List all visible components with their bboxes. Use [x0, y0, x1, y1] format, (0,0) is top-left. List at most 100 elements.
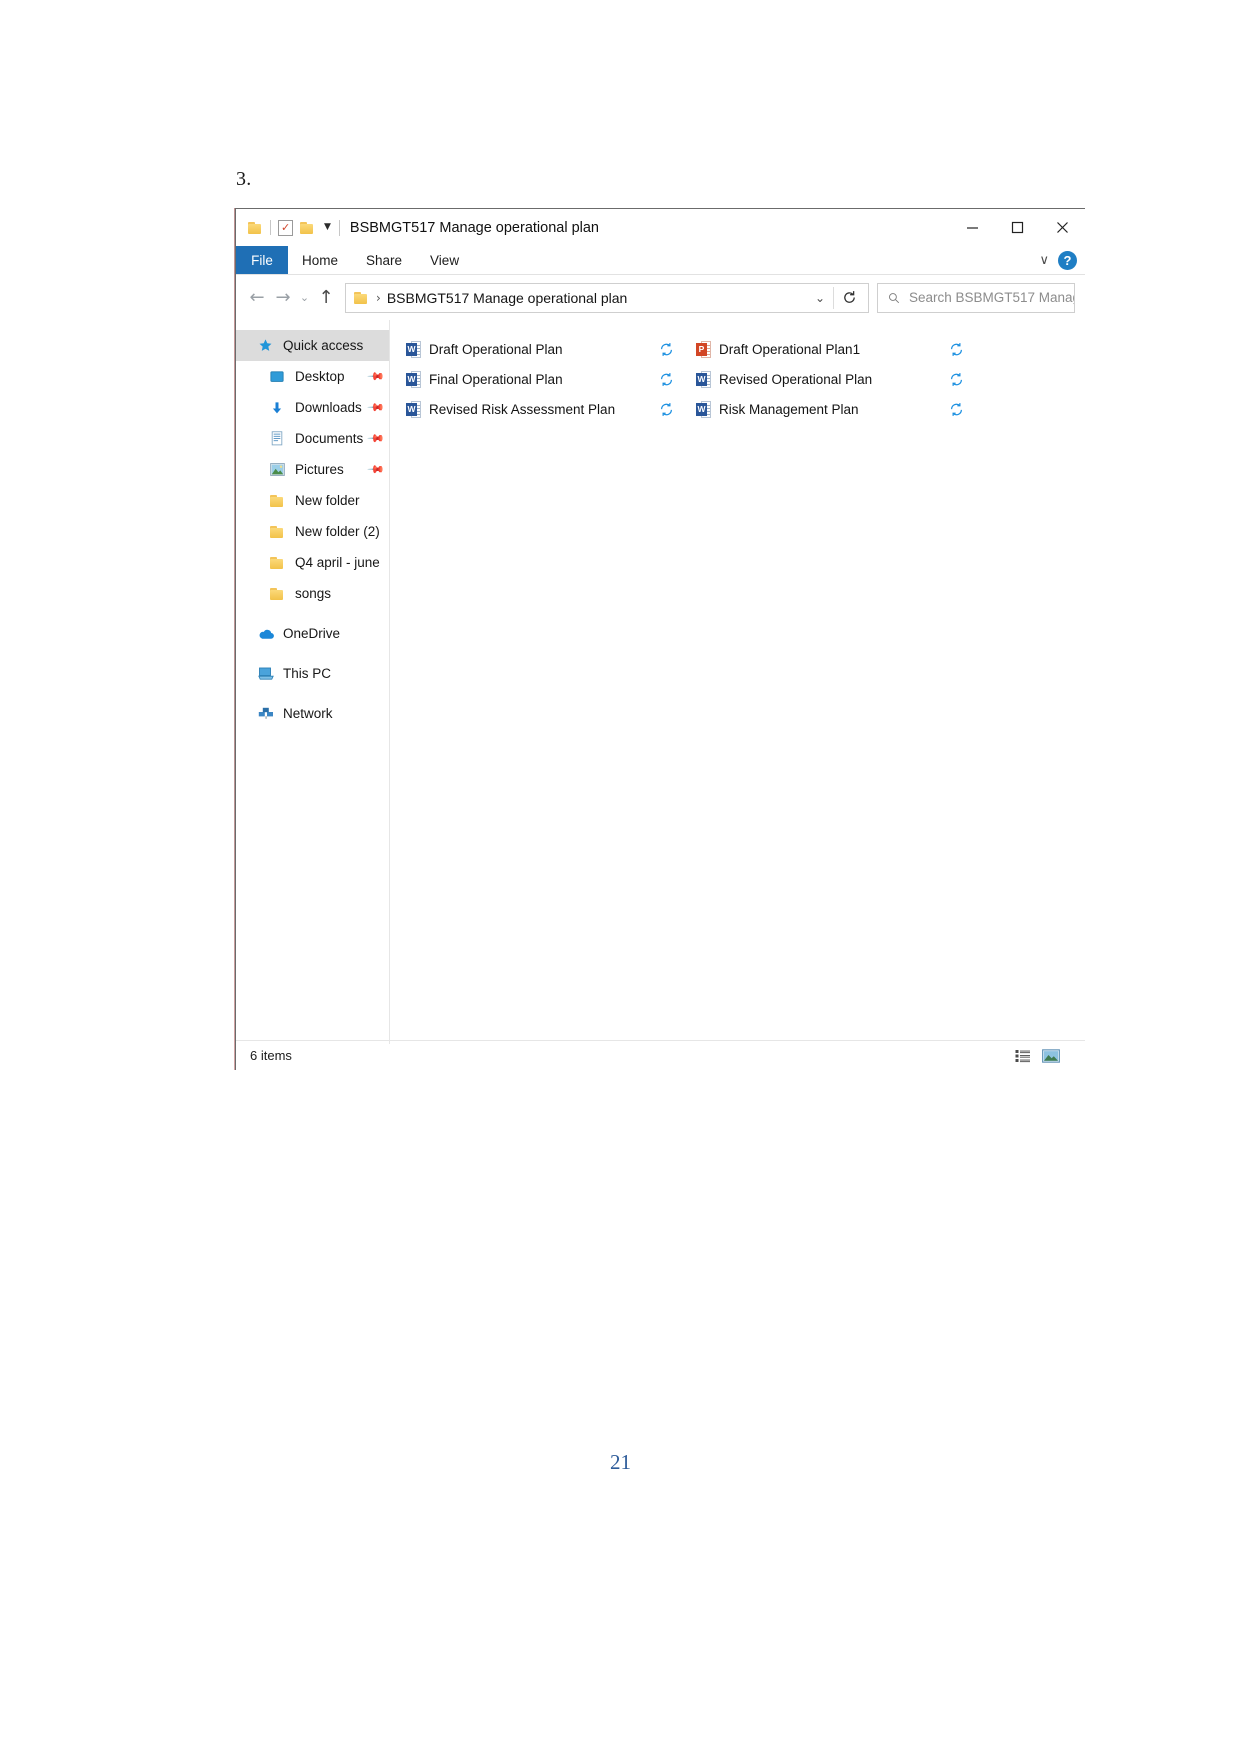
- sidebar-item-desktop[interactable]: Desktop 📌: [236, 361, 389, 392]
- properties-icon[interactable]: ✓: [278, 219, 293, 236]
- refresh-icon[interactable]: [834, 284, 864, 312]
- sync-pending-icon: [944, 372, 968, 387]
- minimize-button[interactable]: [950, 209, 995, 246]
- address-dropdown-icon[interactable]: ⌄: [807, 284, 833, 312]
- tab-view[interactable]: View: [416, 246, 473, 274]
- ribbon-right-controls: ∨ ?: [1039, 246, 1077, 274]
- file-grid: W Draft Operational Plan P Draft Operati…: [390, 334, 1085, 424]
- ribbon-tab-bar: File Home Share View ∨ ?: [236, 246, 1085, 275]
- desktop-icon: [270, 370, 287, 384]
- tab-home[interactable]: Home: [288, 246, 352, 274]
- sidebar-item-downloads[interactable]: Downloads 📌: [236, 392, 389, 423]
- recent-locations-button[interactable]: ⌄: [296, 283, 313, 313]
- back-button[interactable]: ←: [244, 283, 270, 313]
- title-bar: ✓ ▼ BSBMGT517 Manage operational plan: [236, 209, 1085, 246]
- file-name: Revised Operational Plan: [719, 371, 873, 387]
- tab-share[interactable]: Share: [352, 246, 416, 274]
- sidebar-item-label: Q4 april - june: [295, 555, 380, 570]
- close-button[interactable]: [1040, 209, 1085, 246]
- file-name: Draft Operational Plan: [429, 341, 563, 357]
- sync-pending-icon: [944, 342, 968, 357]
- folder-icon: [354, 291, 369, 304]
- pin-icon[interactable]: 📌: [367, 460, 386, 479]
- pictures-icon: [270, 463, 287, 476]
- word-document-icon: W: [406, 370, 421, 388]
- pin-icon[interactable]: 📌: [367, 367, 386, 386]
- sidebar-item-network[interactable]: Network: [236, 698, 389, 729]
- sidebar-item-label: OneDrive: [283, 626, 341, 641]
- file-item[interactable]: W Revised Operational Plan: [696, 364, 986, 394]
- file-item[interactable]: W Revised Risk Assessment Plan: [406, 394, 696, 424]
- question-number: 3.: [236, 168, 252, 190]
- folder-icon: [270, 494, 287, 507]
- word-document-icon: W: [696, 400, 711, 418]
- file-item[interactable]: W Risk Management Plan: [696, 394, 986, 424]
- sidebar-item-q4-april-june[interactable]: Q4 april - june: [236, 547, 389, 578]
- sidebar-item-this-pc[interactable]: This PC: [236, 658, 389, 689]
- pin-icon[interactable]: 📌: [367, 398, 386, 417]
- folder-icon[interactable]: [248, 221, 263, 234]
- pin-icon[interactable]: 📌: [367, 429, 386, 448]
- search-input[interactable]: Search BSBMGT517 Manage ...: [909, 290, 1074, 305]
- documents-icon: [270, 431, 287, 446]
- word-document-icon: W: [406, 340, 421, 358]
- file-list-pane[interactable]: W Draft Operational Plan P Draft Operati…: [390, 320, 1085, 1044]
- breadcrumb-separator: ›: [376, 290, 381, 305]
- folder-icon: [270, 587, 287, 600]
- toolbar-separator: [270, 220, 271, 235]
- expand-ribbon-chevron-icon[interactable]: ∨: [1039, 254, 1049, 267]
- explorer-body: Quick access Desktop 📌 Downloads 📌 Docum…: [236, 320, 1085, 1044]
- item-count: 6 items: [250, 1048, 292, 1063]
- file-name: Risk Management Plan: [719, 401, 859, 417]
- search-icon: [889, 292, 900, 303]
- large-icons-view-icon[interactable]: [1041, 1047, 1061, 1065]
- sidebar-item-label: This PC: [283, 666, 332, 681]
- help-icon[interactable]: ?: [1058, 250, 1077, 270]
- chevron-down-icon[interactable]: ▼: [324, 223, 331, 232]
- sidebar-item-label: Pictures: [295, 462, 344, 477]
- new-folder-icon[interactable]: [300, 221, 315, 234]
- forward-button[interactable]: →: [270, 283, 296, 313]
- sync-pending-icon: [654, 372, 678, 387]
- file-name: Final Operational Plan: [429, 371, 563, 387]
- sidebar-item-new-folder[interactable]: New folder: [236, 485, 389, 516]
- download-icon: [270, 401, 287, 415]
- sidebar-item-onedrive[interactable]: OneDrive: [236, 618, 389, 649]
- network-icon: [258, 707, 275, 721]
- sidebar-item-label: songs: [295, 586, 332, 601]
- maximize-button[interactable]: [995, 209, 1040, 246]
- sidebar-item-songs[interactable]: songs: [236, 578, 389, 609]
- sidebar-item-quick-access[interactable]: Quick access: [236, 330, 389, 361]
- search-box[interactable]: Search BSBMGT517 Manage ...: [877, 282, 1075, 313]
- sidebar-item-label: Downloads: [295, 400, 362, 415]
- sync-pending-icon: [654, 342, 678, 357]
- word-document-icon: W: [696, 370, 711, 388]
- word-document-icon: W: [406, 400, 421, 418]
- sidebar-item-label: New folder: [295, 493, 360, 508]
- details-view-icon[interactable]: [1013, 1047, 1033, 1065]
- file-item[interactable]: W Draft Operational Plan: [406, 334, 696, 364]
- up-button[interactable]: ↑: [313, 283, 339, 313]
- sidebar-item-label: Quick access: [283, 338, 364, 353]
- file-item[interactable]: P Draft Operational Plan1: [696, 334, 986, 364]
- address-bar[interactable]: › BSBMGT517 Manage operational plan ⌄: [345, 282, 869, 313]
- sidebar-item-label: Documents: [295, 431, 364, 446]
- onedrive-icon: [258, 628, 275, 640]
- thispc-icon: [258, 667, 275, 680]
- window-controls: [950, 209, 1085, 246]
- folder-icon: [270, 525, 287, 538]
- window-title: BSBMGT517 Manage operational plan: [349, 219, 599, 236]
- sidebar-item-pictures[interactable]: Pictures 📌: [236, 454, 389, 485]
- sidebar-item-documents[interactable]: Documents 📌: [236, 423, 389, 454]
- checkmark-glyph: ✓: [281, 220, 291, 234]
- sidebar-item-label: New folder (2): [295, 524, 380, 539]
- file-item[interactable]: W Final Operational Plan: [406, 364, 696, 394]
- navigation-pane: Quick access Desktop 📌 Downloads 📌 Docum…: [236, 320, 390, 1044]
- breadcrumb-path[interactable]: BSBMGT517 Manage operational plan: [387, 290, 627, 306]
- file-name: Revised Risk Assessment Plan: [429, 401, 616, 417]
- tab-file[interactable]: File: [236, 246, 288, 274]
- sidebar-item-new-folder-2[interactable]: New folder (2): [236, 516, 389, 547]
